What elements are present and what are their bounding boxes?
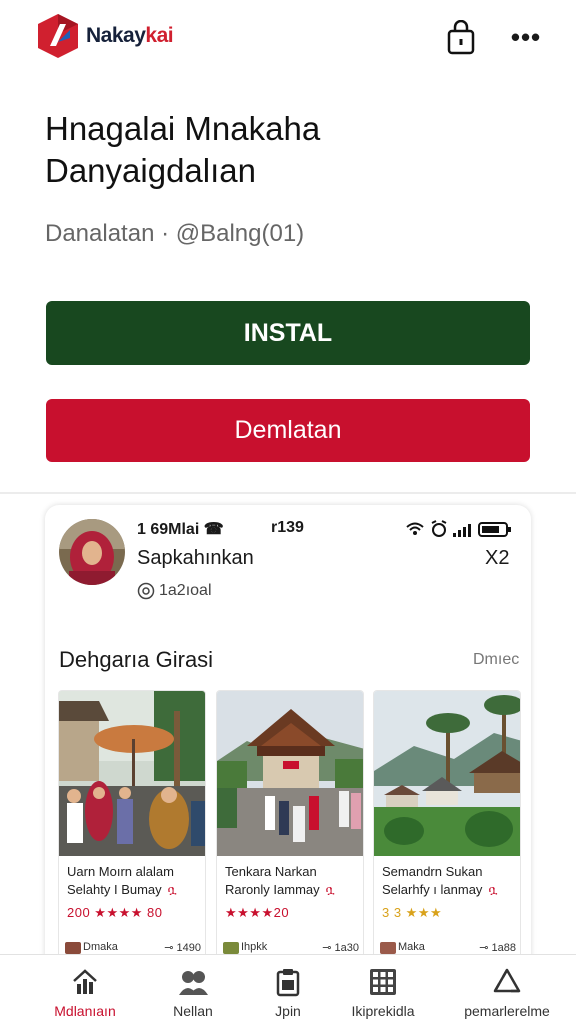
- nav-label: Ikiprekidla: [351, 1003, 415, 1019]
- section-divider: [0, 492, 576, 494]
- tile-image-pavilion: [217, 691, 363, 856]
- logo-text: Nakaykai: [86, 24, 174, 48]
- avatar-image: [59, 519, 125, 585]
- logo-mark-icon: [38, 14, 78, 58]
- close-button[interactable]: X2: [485, 547, 509, 570]
- lock-icon: [447, 19, 475, 55]
- wifi-icon: [406, 522, 424, 535]
- tile-caption-2-text: Selahty I Bumay: [67, 882, 162, 897]
- nav-item-people[interactable]: Nellan: [138, 967, 248, 1019]
- flag-icon: ቧ: [488, 883, 498, 897]
- nav-label: Nellan: [173, 1003, 213, 1019]
- tile-image-village: [374, 691, 520, 856]
- tile-footer-right: ⊸ 1490: [164, 942, 201, 954]
- tile-footer-right: ⊸ 1a88: [479, 942, 516, 954]
- status-text: r139: [271, 519, 304, 536]
- recycle-icon: [493, 968, 521, 993]
- logo-text-main: Nakay: [86, 24, 146, 47]
- tile-footer-left: Dmaka: [65, 941, 118, 954]
- tile-caption-2-text: Selarhfy ı lanmay: [382, 882, 483, 897]
- top-bar: Nakaykai •••: [0, 0, 576, 78]
- nav-label: Mdlanıaın: [54, 1003, 116, 1019]
- app-title: Hnagalai Mnakaha Danyaigdalıan: [45, 110, 321, 189]
- status-time: 1 69Mlai ☎: [137, 521, 224, 538]
- app-logo[interactable]: Nakaykai: [36, 12, 174, 60]
- avatar[interactable]: [59, 519, 125, 585]
- people-icon: [179, 971, 208, 995]
- tile-footer: Ihpkk ⊸ 1a30: [223, 941, 359, 954]
- tile-footer-left: Ihpkk: [223, 941, 268, 954]
- more-dots-icon: •••: [510, 22, 542, 52]
- gallery-tile[interactable]: Semandrn Sukan Selarhfy ı lanmay ቧ 3 3 ★★…: [373, 690, 521, 975]
- preview-card: 1 69Mlai ☎ r139 Sapkahınkan X2 1a2ıoal D…: [45, 505, 531, 975]
- bottom-nav: Mdlanıaın Nellan Jpin Ikiprekidla pemarl…: [0, 954, 576, 1024]
- tile-caption-2: Selarhfy ı lanmay ቧ: [382, 882, 497, 898]
- signal-icon: [453, 524, 471, 537]
- tile-footer-left-text: Ihpkk: [241, 941, 268, 954]
- at-icon: [137, 582, 155, 600]
- tile-footer: Maka ⊸ 1a88: [380, 941, 516, 954]
- tile-rating: 3 3 ★★★: [382, 905, 443, 920]
- tile-caption-1: Uarn Moırn alalam: [67, 864, 174, 879]
- nav-item-grid[interactable]: Ikiprekidla: [328, 967, 438, 1019]
- handle-text: 1a2ıoal: [159, 582, 212, 599]
- tile-rating: 200 ★★★★ 80: [67, 905, 163, 920]
- clipboard-icon: [276, 969, 300, 997]
- nav-item-join[interactable]: Jpin: [233, 967, 343, 1019]
- tile-footer-left: Maka: [380, 941, 425, 954]
- nav-item-home[interactable]: Mdlanıaın: [30, 967, 140, 1019]
- mini-avatar-icon: [65, 941, 81, 954]
- alarm-icon: [431, 520, 447, 537]
- tile-caption-2: Raronly Iammay ቧ: [225, 882, 335, 898]
- nav-label: pemarlerelme: [464, 1003, 550, 1019]
- tile-caption-2-text: Raronly Iammay: [225, 882, 320, 897]
- tile-footer-left-text: Dmaka: [83, 941, 118, 954]
- tile-footer-right: ⊸ 1a30: [322, 942, 359, 954]
- mini-avatar-icon: [380, 941, 396, 954]
- tile-footer: Dmaka ⊸ 1490: [65, 941, 201, 954]
- status-icons: [406, 520, 511, 537]
- profile-name: Sapkahınkan: [137, 547, 254, 569]
- tile-footer-left-text: Maka: [398, 941, 425, 954]
- home-chart-icon: [73, 969, 97, 994]
- profile-handle: 1a2ıoal: [137, 582, 212, 600]
- more-options-button[interactable]: •••: [510, 22, 542, 54]
- tile-caption-1: Tenkara Narkan: [225, 864, 317, 879]
- nav-item-recycle[interactable]: pemarlerelme: [452, 967, 562, 1019]
- tile-caption-1: Semandrn Sukan: [382, 864, 483, 879]
- grid-icon: [370, 969, 396, 995]
- tile-image-market: [59, 691, 205, 856]
- logo-text-accent: kai: [145, 24, 174, 47]
- flag-icon: ቧ: [167, 883, 177, 897]
- install-button[interactable]: INSTAL: [46, 301, 530, 365]
- section-more-link[interactable]: Dmıec: [473, 651, 519, 669]
- gallery-tile[interactable]: Uarn Moırn alalam Selahty I Bumay ቧ 200 ★…: [58, 690, 206, 975]
- tile-caption-2: Selahty I Bumay ቧ: [67, 882, 177, 898]
- gallery-tile[interactable]: Tenkara Narkan Raronly Iammay ቧ ★★★★20 Ih…: [216, 690, 364, 975]
- nav-label: Jpin: [275, 1003, 301, 1019]
- battery-icon: [478, 522, 511, 537]
- section-title: Dehgarıa Girasi: [59, 647, 214, 672]
- mini-avatar-icon: [223, 941, 239, 954]
- secondary-button[interactable]: Demlatan: [46, 399, 530, 462]
- tile-rating: ★★★★20: [225, 905, 290, 920]
- lock-button[interactable]: [444, 19, 478, 56]
- app-meta: Danalatan · @Balng(01): [45, 220, 305, 247]
- flag-icon: ቧ: [325, 883, 335, 897]
